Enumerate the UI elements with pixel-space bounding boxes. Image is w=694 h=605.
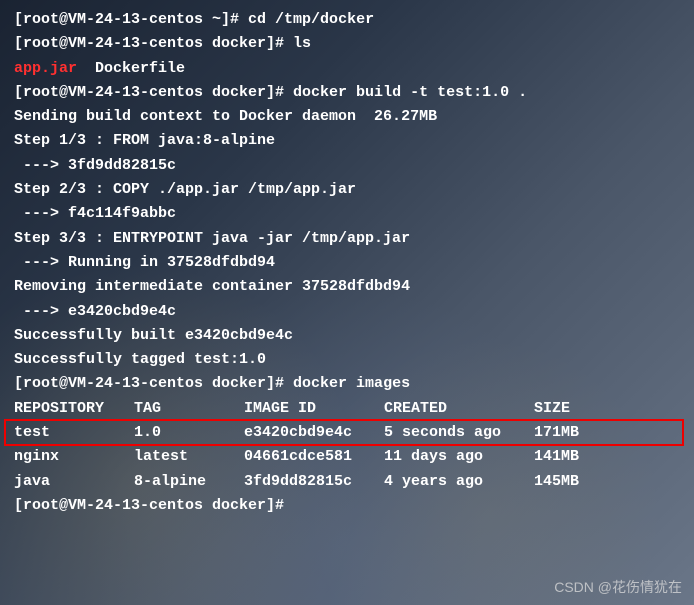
prompt-text: [root@VM-24-13-centos ~]# (14, 11, 239, 28)
terminal-line: Removing intermediate container 37528dfd… (14, 275, 680, 299)
terminal-line: Step 1/3 : FROM java:8-alpine (14, 129, 680, 153)
file-executable: app.jar (14, 60, 77, 77)
table-header-cell: REPOSITORY (14, 397, 134, 421)
terminal-line: Step 2/3 : COPY ./app.jar /tmp/app.jar (14, 178, 680, 202)
table-cell: 3fd9dd82815c (244, 470, 384, 494)
terminal-line: ---> f4c114f9abbc (14, 202, 680, 226)
table-row: java8-alpine3fd9dd82815c4 years ago145MB (14, 470, 680, 494)
prompt-text: [root@VM-24-13-centos docker]# (14, 497, 284, 514)
table-cell: e3420cbd9e4c (244, 421, 384, 445)
terminal-line: [root@VM-24-13-centos docker]# ls (14, 32, 680, 56)
table-cell: 1.0 (134, 421, 244, 445)
terminal-line: Successfully tagged test:1.0 (14, 348, 680, 372)
prompt-line[interactable]: [root@VM-24-13-centos docker]# (14, 494, 680, 518)
table-cell: test (14, 421, 134, 445)
table-cell: 5 seconds ago (384, 421, 534, 445)
table-cell: 171MB (534, 421, 680, 445)
table-row: test1.0e3420cbd9e4c5 seconds ago171MB (14, 421, 680, 445)
table-cell: 04661cdce581 (244, 445, 384, 469)
terminal-line: app.jar Dockerfile (14, 57, 680, 81)
command-text: cd /tmp/docker (239, 11, 374, 28)
watermark: CSDN @花伤情犹在 (554, 576, 682, 599)
terminal-output: [root@VM-24-13-centos ~]# cd /tmp/docker… (14, 8, 680, 518)
table-cell: 4 years ago (384, 470, 534, 494)
terminal-line: Step 3/3 : ENTRYPOINT java -jar /tmp/app… (14, 227, 680, 251)
table-cell: 141MB (534, 445, 680, 469)
terminal-line: [root@VM-24-13-centos ~]# cd /tmp/docker (14, 8, 680, 32)
table-cell: nginx (14, 445, 134, 469)
prompt-text: [root@VM-24-13-centos docker]# (14, 375, 284, 392)
prompt-text: [root@VM-24-13-centos docker]# (14, 84, 284, 101)
table-header-cell: TAG (134, 397, 244, 421)
table-header-cell: SIZE (534, 397, 680, 421)
table-cell: 8-alpine (134, 470, 244, 494)
terminal-line: ---> e3420cbd9e4c (14, 300, 680, 324)
table-cell: latest (134, 445, 244, 469)
table-header: REPOSITORYTAGIMAGE IDCREATEDSIZE (14, 397, 680, 421)
command-text: docker images (284, 375, 410, 392)
command-text: ls (284, 35, 311, 52)
terminal-line: [root@VM-24-13-centos docker]# docker im… (14, 372, 680, 396)
command-text: docker build -t test:1.0 . (284, 84, 527, 101)
terminal-line: [root@VM-24-13-centos docker]# docker bu… (14, 81, 680, 105)
table-cell: 145MB (534, 470, 680, 494)
prompt-text: [root@VM-24-13-centos docker]# (14, 35, 284, 52)
terminal-line: ---> 3fd9dd82815c (14, 154, 680, 178)
terminal-line: ---> Running in 37528dfdbd94 (14, 251, 680, 275)
table-cell: java (14, 470, 134, 494)
table-header-cell: CREATED (384, 397, 534, 421)
table-row: nginxlatest04661cdce58111 days ago141MB (14, 445, 680, 469)
table-cell: 11 days ago (384, 445, 534, 469)
terminal-line: Sending build context to Docker daemon 2… (14, 105, 680, 129)
terminal-line: Successfully built e3420cbd9e4c (14, 324, 680, 348)
file-regular: Dockerfile (77, 60, 185, 77)
table-header-cell: IMAGE ID (244, 397, 384, 421)
